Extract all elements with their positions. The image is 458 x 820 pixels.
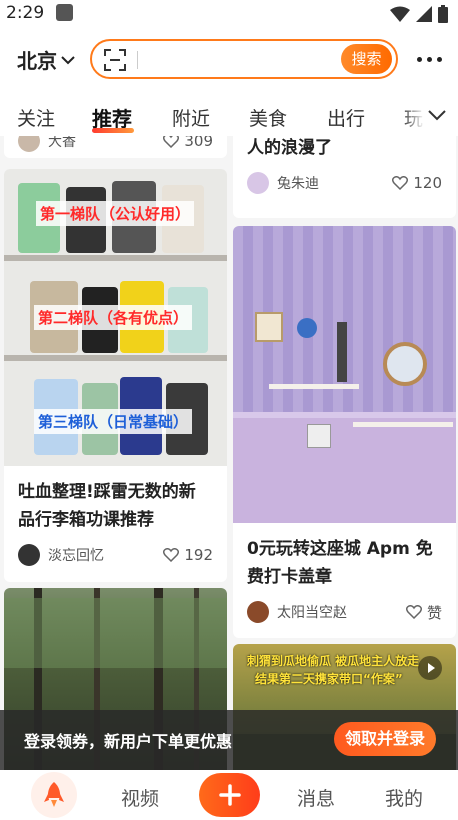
feed-card[interactable]: 大香 309 (4, 136, 227, 158)
post-title-cont: 费打卡盖章 (247, 567, 332, 587)
heart-icon (163, 136, 180, 148)
search-input[interactable] (144, 47, 334, 73)
category-tabs: 关注 推荐 附近 美食 出行 玩 (0, 98, 458, 136)
like-count: 192 (184, 546, 213, 564)
nav-home[interactable] (31, 772, 77, 818)
nav-video[interactable]: 视频 (121, 784, 159, 811)
image-overlay-text: 第三梯队（日常基础） (34, 409, 193, 434)
post-image-luggage: 第一梯队（公认好用） 第二梯队（各有优点） 第三梯队（日常基础） (4, 169, 227, 466)
chevron-down-icon (61, 55, 75, 64)
like-button[interactable]: 309 (163, 136, 213, 150)
tab-nearby[interactable]: 附近 (172, 104, 210, 131)
tab-food[interactable]: 美食 (249, 104, 287, 131)
like-button[interactable]: 赞 (405, 602, 442, 623)
tab-follow[interactable]: 关注 (17, 104, 55, 131)
post-title: 吐血整理!踩雷无数的新 (18, 482, 196, 502)
post-image-wall (233, 226, 456, 523)
post-title-cont: 品行李箱功课推荐 (18, 510, 154, 530)
expand-tabs-icon[interactable] (428, 109, 446, 121)
signal-icon (416, 6, 432, 22)
author-name: 淡忘回忆 (48, 548, 104, 564)
feed-card[interactable]: 0元玩转这座城 Apm 免 费打卡盖章 太阳当空赵 赞 (233, 226, 456, 638)
like-count: 120 (413, 174, 442, 192)
claim-login-button[interactable]: 领取并登录 (334, 722, 436, 756)
status-time: 2:29 (6, 3, 45, 23)
avatar (18, 544, 40, 566)
play-icon[interactable] (418, 656, 442, 680)
plus-icon (218, 784, 241, 806)
battery-icon (438, 5, 448, 23)
banner-text: 登录领券，新用户下单更优惠 (24, 732, 233, 751)
avatar (247, 601, 269, 623)
bottom-nav: 视频 消息 我的 (0, 770, 458, 820)
image-overlay-text: 第一梯队（公认好用） (36, 201, 195, 226)
notification-icon (56, 4, 73, 21)
image-overlay-text: 第二梯队（各有优点） (34, 305, 193, 330)
like-count: 赞 (426, 603, 442, 622)
post-title: 0元玩转这座城 Apm 免 (247, 539, 433, 559)
like-count: 309 (184, 136, 213, 150)
avatar (18, 136, 40, 152)
image-overlay-text: 结果第二天携家带口“作案” (255, 672, 403, 686)
city-label: 北京 (17, 49, 57, 73)
search-bar[interactable]: 搜索 (90, 39, 398, 79)
author-name: 兔朱迪 (277, 176, 319, 192)
post-title: 人的浪漫了 (247, 138, 332, 158)
search-divider (137, 51, 138, 69)
scan-icon[interactable] (104, 49, 126, 71)
heart-icon (163, 548, 180, 562)
city-selector[interactable]: 北京 (17, 45, 75, 74)
nav-messages[interactable]: 消息 (297, 784, 335, 811)
image-overlay-text: 刺猬到瓜地偷瓜 被瓜地主人放走 (247, 654, 420, 668)
tab-travel[interactable]: 出行 (327, 104, 365, 131)
feed-card[interactable]: 第一梯队（公认好用） 第二梯队（各有优点） 第三梯队（日常基础） 吐血整理!踩雷… (4, 169, 227, 582)
rocket-icon (44, 782, 64, 807)
more-icon[interactable] (417, 57, 442, 62)
avatar (247, 172, 269, 194)
status-icons (390, 5, 448, 23)
search-button[interactable]: 搜索 (341, 44, 392, 74)
nav-me[interactable]: 我的 (385, 784, 423, 811)
like-button[interactable]: 120 (392, 174, 442, 192)
feed-card[interactable]: 人的浪漫了 兔朱迪 120 (233, 136, 456, 218)
author-name: 大香 (48, 136, 76, 150)
top-header: 北京 搜索 (0, 36, 458, 84)
login-promo-banner: 登录领券，新用户下单更优惠 领取并登录 (0, 710, 458, 770)
author-name: 太阳当空赵 (277, 605, 347, 621)
feed: 大香 309 第一梯队（公认好用） 第二梯队（各有优点） 第三梯队（日常基础） … (0, 136, 458, 770)
status-bar: 2:29 (0, 0, 458, 28)
heart-icon (392, 176, 409, 190)
nav-post-button[interactable] (199, 773, 260, 817)
wifi-icon (390, 6, 410, 22)
like-button[interactable]: 192 (163, 546, 213, 564)
active-tab-indicator (92, 128, 134, 133)
heart-icon (405, 605, 422, 619)
